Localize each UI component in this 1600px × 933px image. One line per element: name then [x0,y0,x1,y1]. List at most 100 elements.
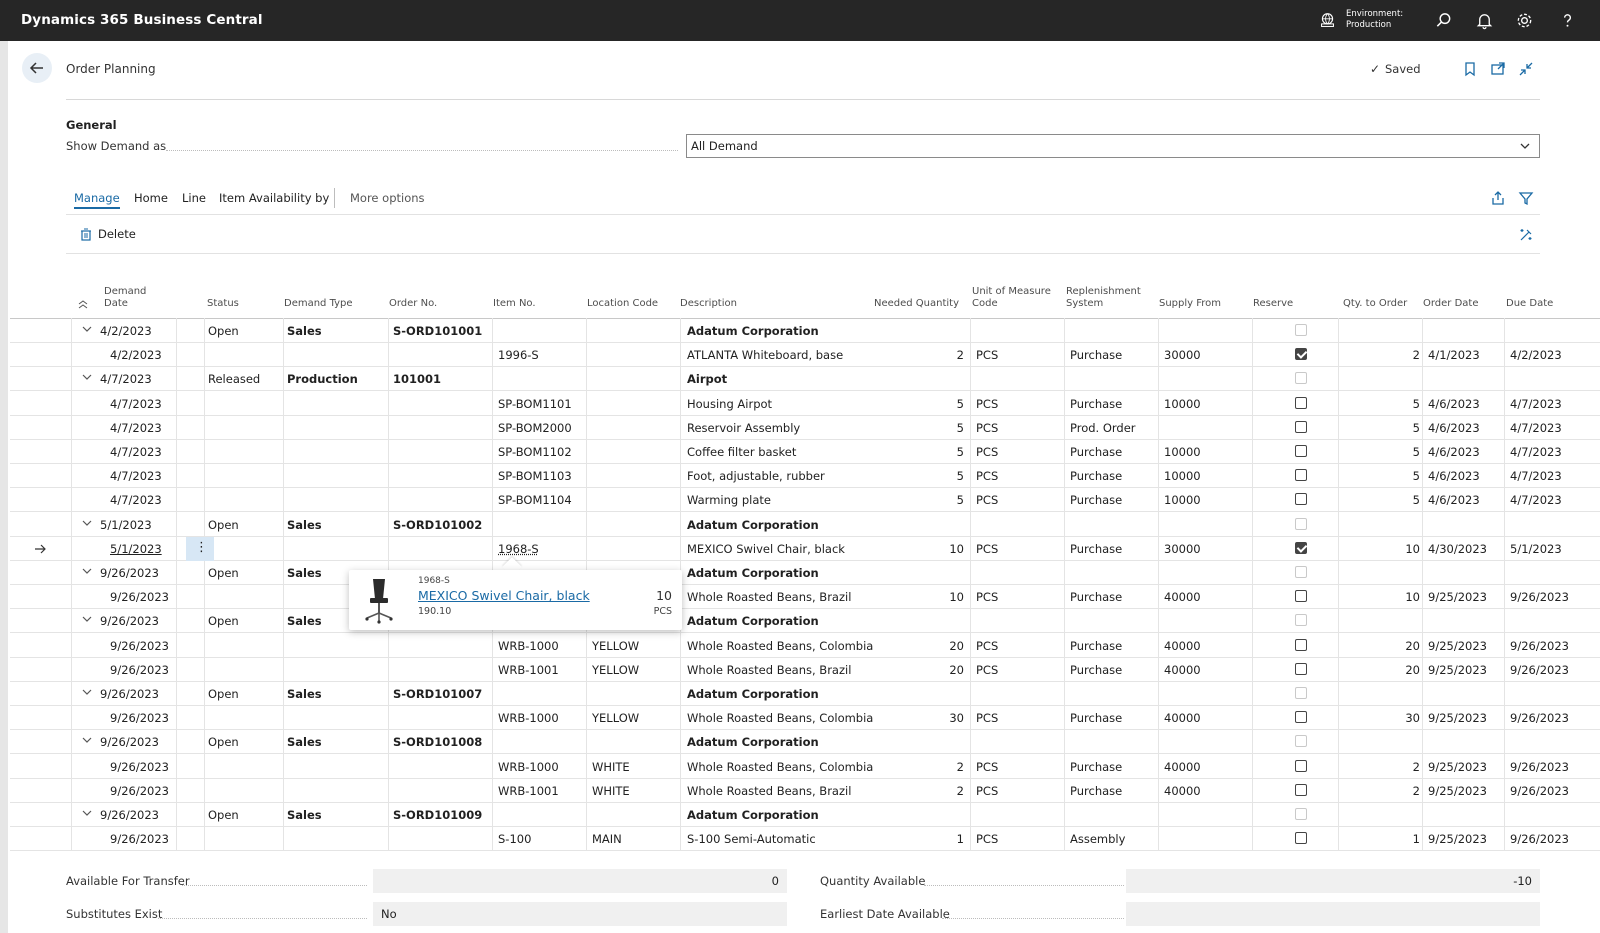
uom-cell[interactable]: PCS [976,397,998,411]
reserve-checkbox[interactable] [1295,759,1307,772]
demand-date-cell[interactable]: 4/7/2023 [110,445,162,459]
order-date-cell[interactable]: 4/1/2023 [1428,348,1480,362]
due-date-cell[interactable]: 4/7/2023 [1510,493,1562,507]
reserve-checkbox[interactable] [1295,445,1307,457]
chevron-down-icon[interactable] [82,324,92,334]
due-date-cell[interactable]: 9/26/2023 [1510,711,1569,725]
col-reserve[interactable]: Reserve [1253,298,1293,310]
col-status[interactable]: Status [207,298,239,310]
replenishment-cell[interactable]: Purchase [1070,590,1122,604]
demand-date-cell[interactable]: 9/26/2023 [100,735,159,749]
col-demand-type[interactable]: Demand Type [284,298,353,310]
order-date-cell[interactable]: 9/25/2023 [1428,663,1487,677]
needed-quantity-cell[interactable]: 5 [910,397,964,411]
filter-icon[interactable] [1518,190,1534,206]
col-order-date[interactable]: Order Date [1423,298,1479,310]
due-date-cell[interactable]: 5/1/2023 [1510,542,1562,556]
demand-type-cell[interactable]: Production [287,372,358,386]
description-cell[interactable]: Airpot [687,372,727,386]
replenishment-cell[interactable]: Purchase [1070,493,1122,507]
description-cell[interactable]: Adatum Corporation [687,614,819,628]
uom-cell[interactable]: PCS [976,663,998,677]
item-no-cell[interactable]: WRB-1001 [498,663,559,677]
reserve-checkbox[interactable] [1295,541,1307,554]
col-supply-from[interactable]: Supply From [1159,298,1221,310]
col-unit-of-measure[interactable]: Unit of Measure Code [972,286,1051,310]
status-cell[interactable]: Open [208,518,239,532]
supply-from-cell[interactable]: 40000 [1164,711,1201,725]
due-date-cell[interactable]: 9/26/2023 [1510,663,1569,677]
demand-date-cell[interactable]: 4/2/2023 [110,348,162,362]
col-due-date[interactable]: Due Date [1506,298,1553,310]
description-cell[interactable]: MEXICO Swivel Chair, black [687,542,845,556]
item-no-cell[interactable]: SP-BOM1102 [498,445,572,459]
qty-to-order-cell[interactable]: 2 [1370,760,1420,774]
order-date-cell[interactable]: 9/25/2023 [1428,832,1487,846]
reserve-checkbox[interactable] [1295,783,1307,796]
reserve-checkbox[interactable] [1295,662,1307,675]
reserve-checkbox[interactable] [1295,638,1307,651]
collapse-all-icon[interactable] [78,299,88,309]
demand-type-cell[interactable]: Sales [287,614,322,628]
description-cell[interactable]: Adatum Corporation [687,808,819,822]
qty-to-order-cell[interactable]: 2 [1370,348,1420,362]
order-date-cell[interactable]: 4/6/2023 [1428,421,1480,435]
needed-quantity-cell[interactable]: 10 [910,590,964,604]
supply-from-cell[interactable]: 30000 [1164,348,1201,362]
location-code-cell[interactable]: YELLOW [592,639,639,653]
demand-date-cell[interactable]: 9/26/2023 [100,614,159,628]
collapse-icon[interactable] [1518,61,1534,77]
qty-to-order-cell[interactable]: 2 [1370,784,1420,798]
demand-date-cell[interactable]: 9/26/2023 [110,639,169,653]
action-more-options[interactable]: More options [350,191,425,205]
demand-date-cell[interactable]: 9/26/2023 [100,808,159,822]
qty-to-order-cell[interactable]: 10 [1370,590,1420,604]
table-row[interactable]: 4/7/2023 SP-BOM2000 Reservoir Assembly 5 PCS… [10,416,1600,440]
description-cell[interactable]: Whole Roasted Beans, Colombia [687,639,873,653]
chevron-down-icon[interactable] [82,735,92,745]
demand-type-cell[interactable]: Sales [287,687,322,701]
uom-cell[interactable]: PCS [976,590,998,604]
due-date-cell[interactable]: 9/26/2023 [1510,760,1569,774]
qty-to-order-cell[interactable]: 5 [1370,421,1420,435]
open-new-window-icon[interactable] [1490,61,1506,77]
due-date-cell[interactable]: 9/26/2023 [1510,832,1569,846]
order-date-cell[interactable]: 9/25/2023 [1428,711,1487,725]
demand-type-cell[interactable]: Sales [287,808,322,822]
due-date-cell[interactable]: 4/7/2023 [1510,469,1562,483]
uom-cell[interactable]: PCS [976,639,998,653]
location-code-cell[interactable]: WHITE [592,784,630,798]
demand-date-cell[interactable]: 4/7/2023 [110,397,162,411]
replenishment-cell[interactable]: Purchase [1070,760,1122,774]
reserve-checkbox[interactable] [1295,517,1307,530]
share-icon[interactable] [1490,190,1506,206]
replenishment-cell[interactable]: Purchase [1070,469,1122,483]
demand-date-cell[interactable]: 4/2/2023 [100,324,152,338]
table-group-row[interactable]: 9/26/2023 Open Sales S-ORD101008 Adatum Corp… [10,730,1600,755]
show-demand-select[interactable]: All Demand [686,134,1540,158]
table-row[interactable]: 9/26/2023 WRB-1001 WHITE Whole Roasted Bean… [10,779,1600,803]
reserve-checkbox[interactable] [1295,808,1307,820]
table-row[interactable]: 9/26/2023 WRB-1000 YELLOW Whole Roasted Bea… [10,634,1600,658]
replenishment-cell[interactable]: Prod. Order [1070,421,1136,435]
reserve-checkbox[interactable] [1295,372,1307,385]
order-no-cell[interactable]: S-ORD101002 [393,518,482,532]
qty-to-order-cell[interactable]: 5 [1370,445,1420,459]
item-no-cell[interactable]: SP-BOM1101 [498,397,572,411]
description-cell[interactable]: Foot, adjustable, rubber [687,469,825,483]
needed-quantity-cell[interactable]: 20 [910,639,964,653]
table-group-row[interactable]: 5/1/2023 Open Sales S-ORD101002 Adatum Corpo… [10,513,1600,537]
substitutes-exist-field[interactable]: No [373,902,787,926]
item-no-cell[interactable]: 1968-S [498,542,539,556]
table-row[interactable]: 9/26/2023 WRB-1001 YELLOW Whole Roasted Bea… [10,658,1600,682]
needed-quantity-cell[interactable]: 5 [910,493,964,507]
order-date-cell[interactable]: 4/6/2023 [1428,469,1480,483]
reserve-checkbox[interactable] [1295,493,1307,506]
app-title[interactable]: Dynamics 365 Business Central [21,12,263,28]
table-row[interactable]: 4/7/2023 SP-BOM1102 Coffee filter basket 5 P… [10,440,1600,464]
reserve-checkbox[interactable] [1295,396,1307,409]
uom-cell[interactable]: PCS [976,469,998,483]
reserve-checkbox[interactable] [1295,832,1307,845]
status-cell[interactable]: Open [208,566,239,580]
qty-to-order-cell[interactable]: 30 [1370,711,1420,725]
